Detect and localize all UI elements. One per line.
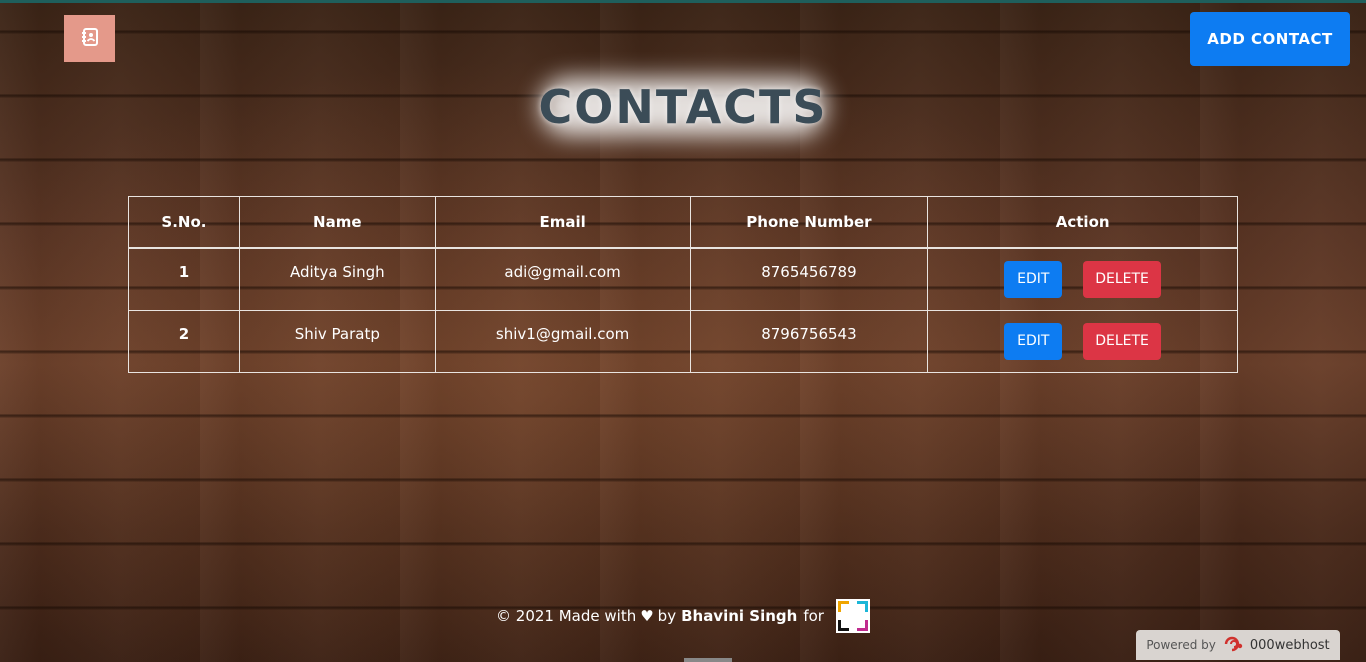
add-contact-button[interactable]: ADD CONTACT	[1190, 12, 1350, 66]
cell-name: Aditya Singh	[238, 247, 436, 311]
heart-icon: ♥	[640, 607, 654, 625]
logo-corner-tr	[856, 601, 868, 612]
footer: © 2021 Made with ♥ by Bhavini Singh for	[0, 598, 1366, 634]
partner-logo-icon[interactable]	[835, 599, 870, 633]
column-header-phone: Phone Number	[689, 196, 929, 249]
column-header-email: Email	[434, 196, 691, 249]
edit-button[interactable]: EDIT	[1004, 322, 1063, 360]
contacts-table: S.No. Name Email Phone Number Action 1 A…	[128, 196, 1238, 373]
cell-email: shiv1@gmail.com	[434, 309, 691, 373]
footer-by: by	[657, 607, 677, 625]
powered-by-badge[interactable]: Powered by 000webhost	[1136, 630, 1340, 660]
address-book-icon	[80, 27, 100, 51]
scroll-indicator	[684, 658, 732, 662]
webhost-brand: 000webhost	[1249, 637, 1330, 653]
delete-button[interactable]: DELETE	[1083, 322, 1162, 360]
delete-button[interactable]: DELETE	[1083, 261, 1162, 298]
cell-action: EDIT DELETE	[927, 247, 1238, 311]
footer-prefix: © 2021 Made with	[496, 607, 637, 625]
cell-action: EDIT DELETE	[927, 309, 1238, 373]
logo-corner-bl	[837, 620, 849, 631]
cell-phone: 8765456789	[689, 247, 929, 311]
cell-sno: 2	[128, 309, 240, 373]
table-header-row: S.No. Name Email Phone Number Action	[128, 196, 1238, 249]
table-row: 1 Aditya Singh adi@gmail.com 8765456789 …	[128, 247, 1238, 311]
cell-phone: 8796756543	[689, 309, 929, 373]
cell-name: Shiv Paratp	[238, 309, 436, 373]
address-book-button[interactable]	[64, 15, 115, 62]
footer-for: for	[803, 607, 824, 625]
webhost-logo-icon	[1224, 636, 1246, 655]
top-accent-line	[0, 0, 1366, 3]
logo-corner-tl	[837, 601, 849, 612]
table-row: 2 Shiv Paratp shiv1@gmail.com 8796756543…	[128, 309, 1238, 373]
footer-author: Bhavini Singh	[681, 607, 798, 625]
column-header-name: Name	[238, 196, 436, 249]
cell-email: adi@gmail.com	[434, 247, 691, 311]
cell-sno: 1	[128, 247, 240, 311]
title-area: CONTACTS	[530, 70, 836, 144]
page-title: CONTACTS	[538, 80, 828, 134]
edit-button[interactable]: EDIT	[1004, 261, 1063, 298]
column-header-sno: S.No.	[128, 196, 240, 249]
logo-corner-br	[856, 620, 868, 631]
column-header-action: Action	[927, 196, 1238, 249]
powered-by-label: Powered by	[1146, 638, 1216, 652]
